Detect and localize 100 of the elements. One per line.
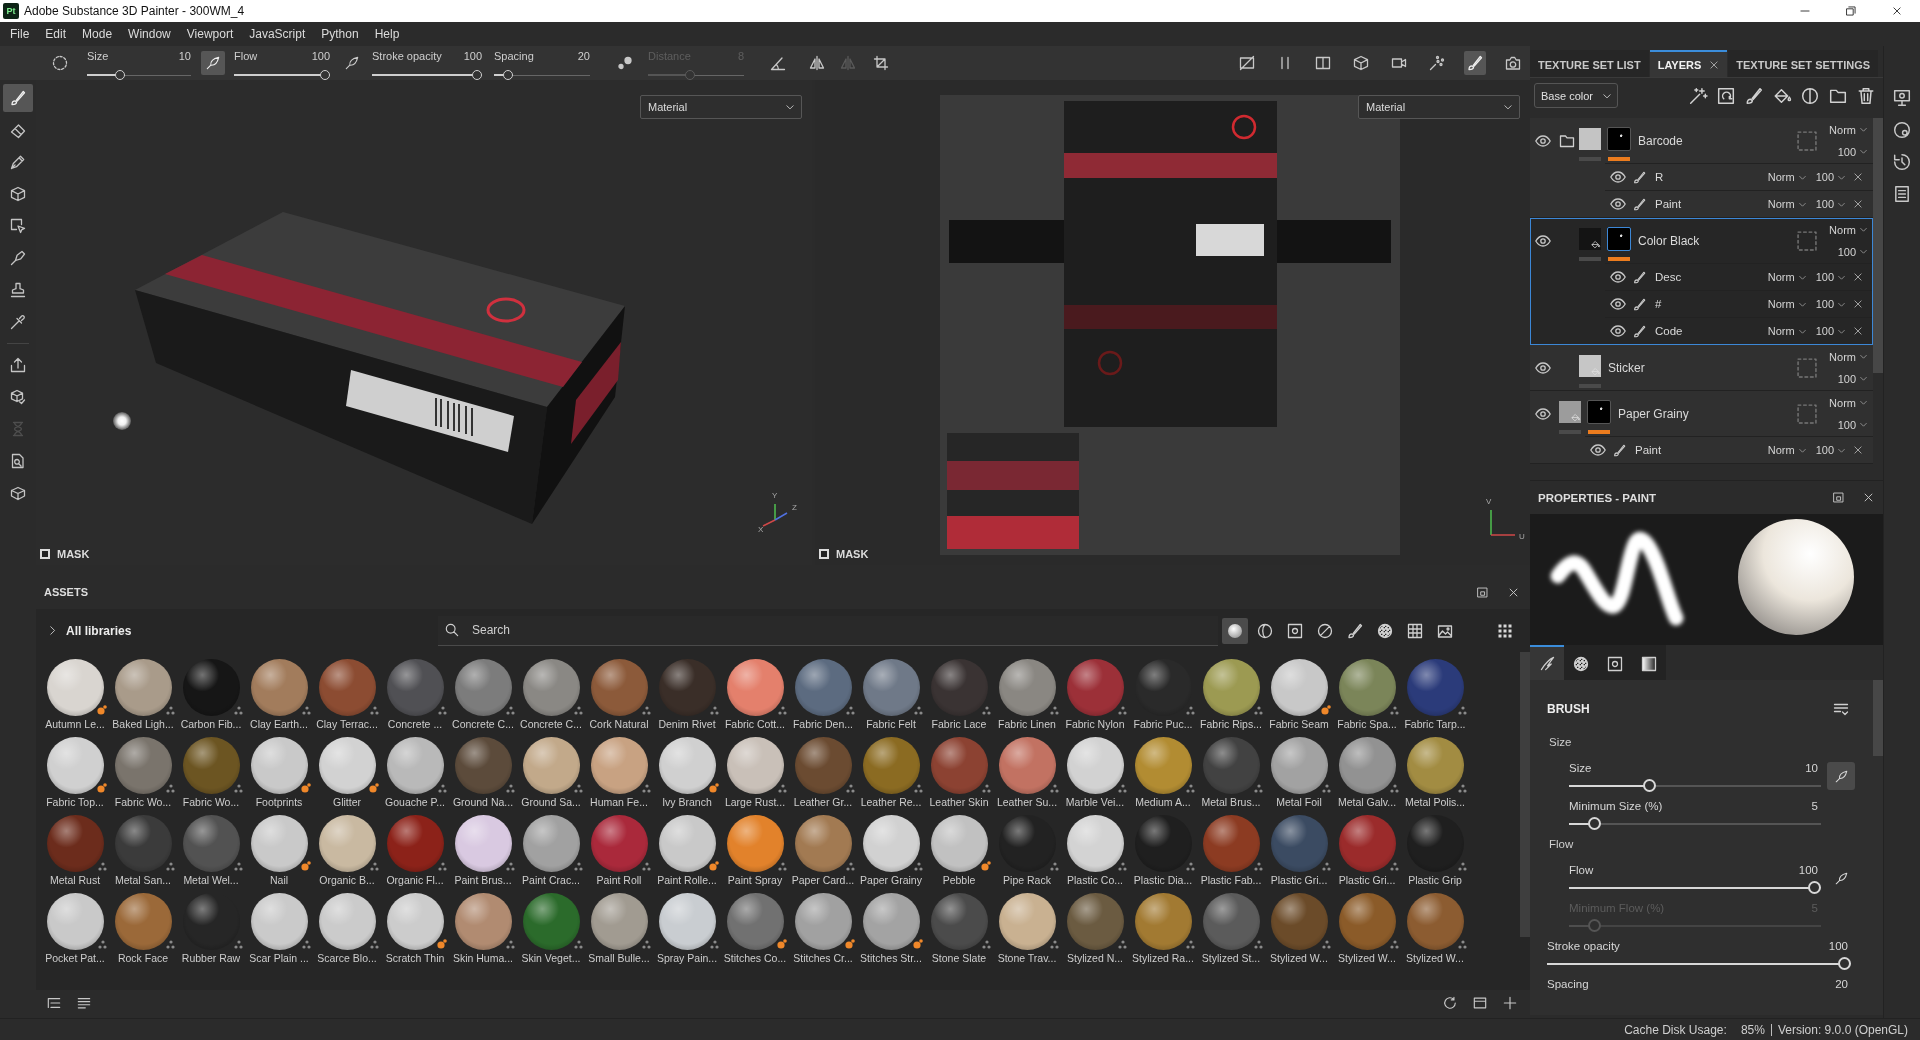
- blend-dropdown[interactable]: Norm: [1829, 394, 1868, 411]
- material-thumbnail[interactable]: [862, 659, 920, 716]
- material-thumbnail[interactable]: [1406, 737, 1464, 794]
- grid-view-icon[interactable]: [1497, 622, 1513, 639]
- list-menu-icon[interactable]: [1833, 701, 1849, 717]
- window-icon[interactable]: [1477, 586, 1488, 598]
- render-mode-dropdown[interactable]: Material: [1358, 95, 1520, 119]
- material-thumbnail[interactable]: [318, 815, 376, 872]
- property-tab[interactable]: [1632, 645, 1666, 680]
- list-tree-icon[interactable]: [47, 995, 61, 1010]
- material-thumbnail[interactable]: [454, 737, 512, 794]
- material-thumbnail[interactable]: [1066, 737, 1124, 794]
- material-thumbnail[interactable]: [1202, 815, 1260, 872]
- pen-pressure-button[interactable]: [201, 51, 225, 75]
- list-icon[interactable]: [77, 995, 91, 1010]
- material-thumbnail[interactable]: [114, 659, 172, 716]
- property-tab[interactable]: [1564, 645, 1598, 680]
- square-arrow-icon[interactable]: [1717, 86, 1735, 105]
- eye-icon[interactable]: [1610, 296, 1626, 312]
- opacity-dropdown[interactable]: 100: [1837, 416, 1868, 433]
- material-thumbnail[interactable]: [250, 659, 308, 716]
- material-thumbnail[interactable]: [46, 893, 104, 950]
- material-thumbnail[interactable]: [522, 893, 580, 950]
- material-thumbnail[interactable]: [658, 737, 716, 794]
- folder-icon[interactable]: [1559, 132, 1575, 149]
- material-thumbnail[interactable]: [1338, 659, 1396, 716]
- material-thumbnail[interactable]: [46, 737, 104, 794]
- view-tool-button[interactable]: [1464, 51, 1486, 75]
- material-thumbnail[interactable]: [1270, 659, 1328, 716]
- material-thumbnail[interactable]: [182, 815, 240, 872]
- material-thumbnail[interactable]: [114, 737, 172, 794]
- menu-item[interactable]: Mode: [74, 22, 121, 46]
- material-thumbnail[interactable]: [1406, 893, 1464, 950]
- material-thumbnail[interactable]: [794, 659, 852, 716]
- material-thumbnail[interactable]: [998, 893, 1056, 950]
- material-thumbnail[interactable]: [522, 815, 580, 872]
- material-thumbnail[interactable]: [998, 659, 1056, 716]
- material-thumbnail[interactable]: [46, 815, 104, 872]
- render-mode-dropdown[interactable]: Material: [640, 95, 802, 119]
- scrollbar-thumb[interactable]: [1520, 652, 1530, 937]
- material-thumbnail[interactable]: [590, 815, 648, 872]
- library-selector[interactable]: All libraries: [66, 623, 132, 638]
- material-thumbnail[interactable]: [658, 893, 716, 950]
- eye-icon[interactable]: [1590, 442, 1606, 458]
- close-icon[interactable]: [1853, 445, 1863, 455]
- material-thumbnail[interactable]: [1338, 815, 1396, 872]
- light-icon[interactable]: [113, 412, 131, 430]
- dots-icon[interactable]: [617, 55, 633, 71]
- chevron-icon[interactable]: [47, 625, 58, 636]
- material-thumbnail[interactable]: [658, 815, 716, 872]
- material-thumbnail[interactable]: [930, 737, 988, 794]
- material-thumbnail[interactable]: [726, 893, 784, 950]
- material-thumbnail[interactable]: [794, 893, 852, 950]
- pen-pressure-button[interactable]: [1827, 762, 1855, 790]
- material-thumbnail[interactable]: [1270, 893, 1328, 950]
- material-thumbnail[interactable]: [930, 815, 988, 872]
- menu-item[interactable]: Edit: [37, 22, 75, 46]
- trash-icon[interactable]: [1857, 86, 1875, 105]
- material-thumbnail[interactable]: [1406, 659, 1464, 716]
- panel-icon[interactable]: [1473, 995, 1487, 1010]
- material-thumbnail[interactable]: [454, 659, 512, 716]
- opacity-dropdown[interactable]: 100: [1837, 243, 1868, 260]
- opacity-dropdown[interactable]: 100: [1815, 269, 1846, 285]
- material-thumbnail[interactable]: [1338, 893, 1396, 950]
- close-icon[interactable]: [1863, 492, 1874, 503]
- blend-dropdown[interactable]: Norm: [1829, 121, 1868, 138]
- material-thumbnail[interactable]: [250, 815, 308, 872]
- material-thumbnail[interactable]: [1338, 737, 1396, 794]
- material-thumbnail[interactable]: [1066, 815, 1124, 872]
- material-thumbnail[interactable]: [46, 659, 104, 716]
- scrollbar-thumb[interactable]: [1873, 118, 1883, 373]
- opacity-dropdown[interactable]: 100: [1815, 196, 1846, 212]
- material-thumbnail[interactable]: [318, 893, 376, 950]
- mask-thumbnail[interactable]: [1607, 126, 1631, 151]
- material-thumbnail[interactable]: [250, 737, 308, 794]
- scrollbar-thumb[interactable]: [1873, 680, 1883, 756]
- material-thumbnail[interactable]: [590, 737, 648, 794]
- layer-item[interactable]: Barcode Norm 100 R Norm 100 Paint Norm 100: [1530, 118, 1873, 218]
- material-thumbnail[interactable]: [250, 893, 308, 950]
- material-thumbnail[interactable]: [318, 737, 376, 794]
- layer-item[interactable]: Sticker Norm 100: [1530, 345, 1873, 391]
- menu-item[interactable]: Python: [313, 22, 367, 46]
- material-thumbnail[interactable]: [522, 737, 580, 794]
- material-thumbnail[interactable]: [930, 893, 988, 950]
- blend-dropdown[interactable]: Norm: [1767, 296, 1807, 312]
- material-thumbnail[interactable]: [386, 815, 444, 872]
- crop-icon[interactable]: [873, 55, 889, 71]
- material-thumbnail[interactable]: [182, 737, 240, 794]
- blend-dropdown[interactable]: Norm: [1767, 169, 1807, 185]
- material-thumbnail[interactable]: [794, 737, 852, 794]
- material-thumbnail[interactable]: [318, 659, 376, 716]
- opacity-dropdown[interactable]: 100: [1815, 169, 1846, 185]
- material-thumbnail[interactable]: [1270, 815, 1328, 872]
- brush-icon[interactable]: [1745, 86, 1763, 105]
- tool-button[interactable]: [3, 84, 33, 112]
- menu-item[interactable]: File: [2, 22, 38, 46]
- eye-icon[interactable]: [1535, 359, 1551, 376]
- material-thumbnail[interactable]: [386, 737, 444, 794]
- document-lines-icon[interactable]: [1893, 185, 1911, 203]
- two-circles-icon[interactable]: [1893, 121, 1911, 139]
